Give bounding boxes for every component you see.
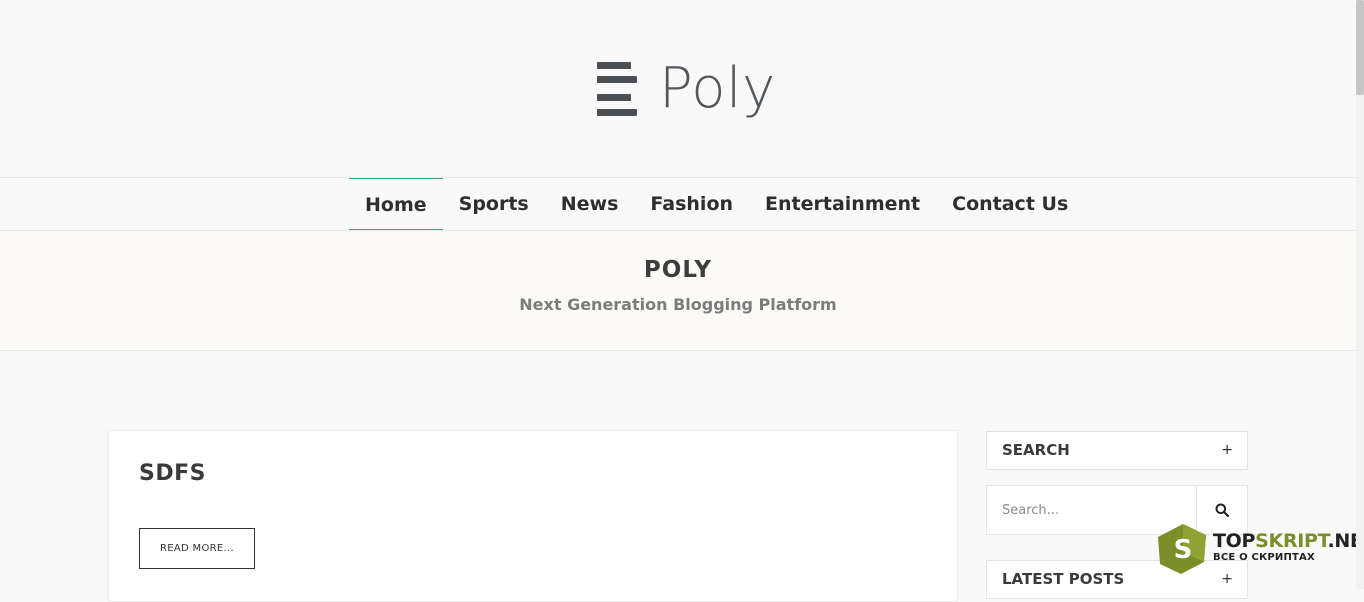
plus-icon[interactable]: + — [1221, 432, 1233, 469]
nav-list: Home Sports News Fashion Entertainment C… — [349, 178, 1084, 230]
search-widget-title: SEARCH — [1002, 441, 1070, 459]
latest-posts-title: LATEST POSTS — [1002, 570, 1125, 588]
hero-subtitle: Next Generation Blogging Platform — [519, 295, 837, 314]
read-more-button[interactable]: READ MORE... — [139, 528, 255, 569]
nav-item-sports[interactable]: Sports — [443, 178, 545, 230]
hero-banner: POLY Next Generation Blogging Platform — [0, 231, 1356, 351]
nav-item-news[interactable]: News — [545, 178, 635, 230]
nav-item-home[interactable]: Home — [349, 178, 443, 230]
hexagon-logo-icon: S — [1158, 524, 1206, 574]
watermark-logo: S TOPSKRIPT.NET ВСЕ О СКРИПТАХ — [1156, 522, 1364, 576]
search-widget-header[interactable]: SEARCH + — [986, 431, 1248, 470]
post-card: SDFS READ MORE... — [108, 430, 958, 602]
watermark-brand: TOPSKRIPT.NET — [1213, 530, 1364, 552]
page-scrollbar[interactable] — [1356, 0, 1364, 589]
main-nav: Home Sports News Fashion Entertainment C… — [0, 177, 1356, 231]
nav-item-fashion[interactable]: Fashion — [634, 178, 749, 230]
site-header: Poly — [0, 0, 1356, 177]
nav-item-entertainment[interactable]: Entertainment — [749, 178, 936, 230]
site-logo[interactable]: Poly — [597, 58, 776, 120]
watermark-tagline: ВСЕ О СКРИПТАХ — [1213, 552, 1315, 563]
watermark-letter: S — [1174, 535, 1193, 565]
post-title[interactable]: SDFS — [139, 461, 206, 486]
menu-lines-icon — [597, 60, 637, 118]
site-name: Poly — [659, 56, 776, 121]
scrollbar-thumb[interactable] — [1356, 0, 1364, 95]
search-icon — [1215, 503, 1229, 517]
nav-item-contact-us[interactable]: Contact Us — [936, 178, 1084, 230]
hero-title: POLY — [643, 257, 713, 283]
